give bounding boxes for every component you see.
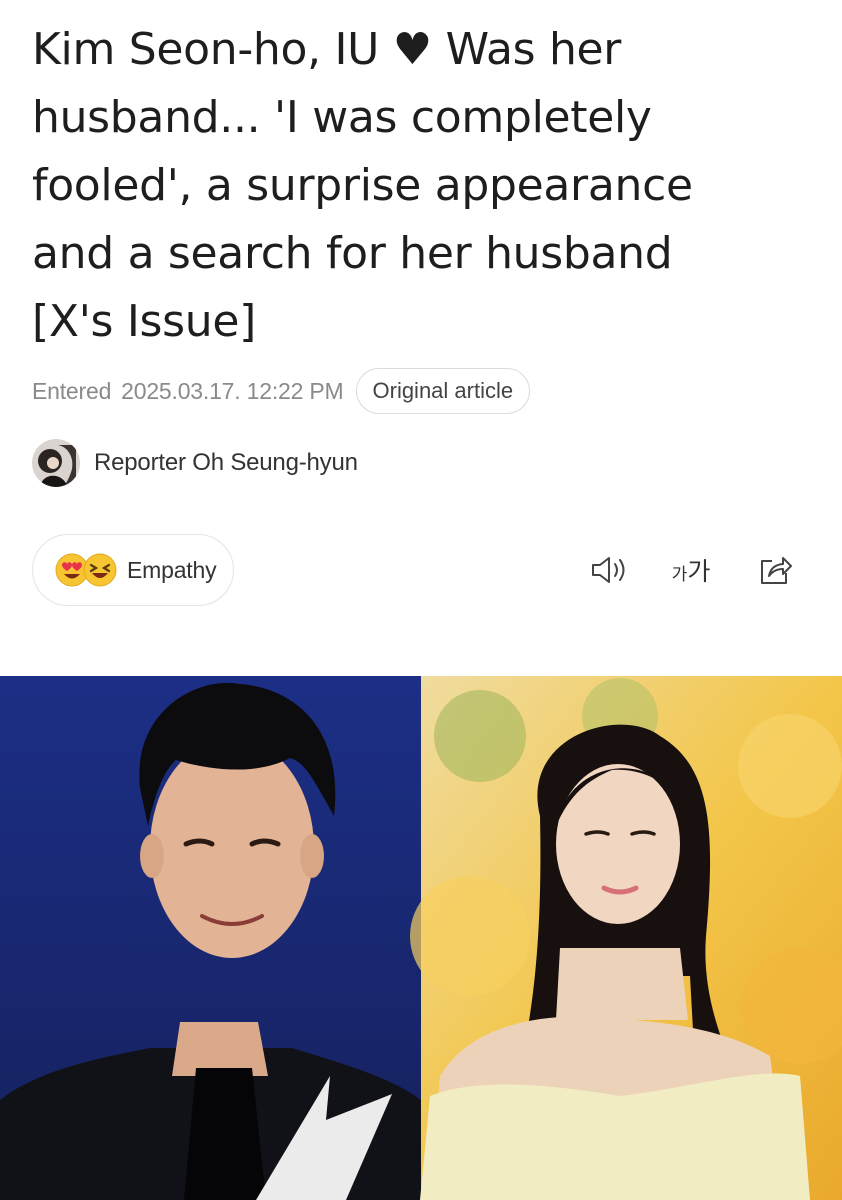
empathy-button[interactable]: Empathy: [32, 534, 234, 606]
article-meta: Entered 2025.03.17. 12:22 PM Original ar…: [32, 366, 531, 416]
reporter-name[interactable]: Reporter Oh Seung-hyun: [94, 449, 358, 477]
article-photo: [0, 676, 842, 1200]
laughing-emoji-icon: [83, 553, 117, 587]
headline-line: husband... 'I was completely: [32, 92, 652, 143]
empathy-label: Empathy: [127, 556, 217, 583]
reporter-byline[interactable]: Reporter Oh Seung-hyun: [32, 438, 358, 488]
avatar[interactable]: [32, 439, 80, 487]
entered-label: Entered: [32, 377, 112, 404]
headline-line: fooled', a surprise appearance: [32, 160, 693, 211]
font-size-icon: 가 가: [672, 552, 711, 588]
headline-line: [X's Issue]: [32, 296, 256, 347]
share-icon: [761, 557, 792, 584]
original-article-button[interactable]: Original article: [355, 368, 531, 414]
left-photo-panel: [0, 676, 421, 1200]
headline-line: Kim Seon-ho, IU ♥ Was her: [32, 24, 622, 75]
empathy-emojis: [55, 553, 119, 587]
listen-button[interactable]: [588, 550, 632, 590]
font-small-glyph: 가: [671, 565, 688, 584]
headline-line: and a search for her husband: [32, 228, 673, 279]
right-photo-panel: [410, 676, 842, 1200]
speaker-icon: [592, 557, 625, 583]
article-headline: Kim Seon-ho, IU ♥ Was her husband... 'I …: [32, 16, 822, 356]
font-size-button[interactable]: 가 가: [664, 550, 718, 590]
entered-datetime: 2025.03.17. 12:22 PM: [121, 377, 344, 404]
share-button[interactable]: [756, 550, 796, 590]
font-large-glyph: 가: [687, 558, 711, 586]
